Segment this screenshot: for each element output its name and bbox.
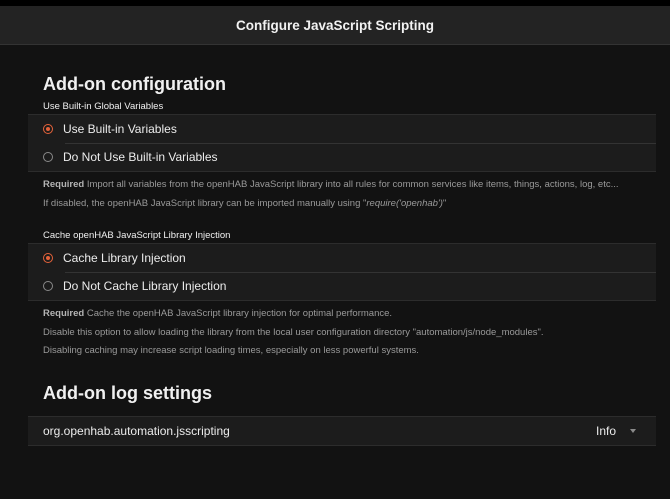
radio-checked-icon[interactable] [43, 253, 53, 263]
param-label-cache: Cache openHAB JavaScript Library Injecti… [43, 230, 231, 241]
radio-option-label: Cache Library Injection [63, 251, 186, 265]
required-label: Required [43, 179, 85, 190]
radio-group-cache: Cache Library Injection Do Not Cache Lib… [28, 243, 656, 301]
config-content: Add-on configuration Use Built-in Global… [0, 45, 670, 446]
radio-checked-icon[interactable] [43, 124, 53, 134]
dialog-title: Configure JavaScript Scripting [235, 17, 435, 33]
logger-name: org.openhab.automation.jsscripting [43, 423, 230, 438]
radio-option-do-not-use-builtin[interactable]: Do Not Use Built-in Variables [28, 143, 656, 171]
radio-option-do-not-cache[interactable]: Do Not Cache Library Injection [28, 272, 656, 300]
radio-option-label: Do Not Use Built-in Variables [63, 150, 218, 164]
radio-unchecked-icon[interactable] [43, 281, 53, 291]
param-label-globals: Use Built-in Global Variables [43, 101, 164, 112]
radio-option-cache[interactable]: Cache Library Injection [28, 244, 656, 272]
section-title-configuration: Add-on configuration [43, 74, 226, 94]
dialog-header: Configure JavaScript Scripting [0, 6, 670, 45]
code-snippet: require('openhab') [366, 197, 443, 209]
log-level-value[interactable]: Info [596, 424, 616, 438]
radio-unchecked-icon[interactable] [43, 152, 53, 162]
chevron-down-icon[interactable] [630, 428, 636, 433]
param-description-globals: Required Import all variables from the o… [43, 179, 619, 209]
required-label: Required [43, 308, 85, 319]
radio-group-globals: Use Built-in Variables Do Not Use Built-… [28, 114, 656, 172]
radio-option-label: Do Not Cache Library Injection [63, 279, 227, 293]
param-description-cache: Required Cache the openHAB JavaScript li… [43, 308, 544, 356]
radio-option-use-builtin[interactable]: Use Built-in Variables [28, 115, 656, 143]
radio-option-label: Use Built-in Variables [63, 122, 177, 136]
section-title-log: Add-on log settings [43, 382, 212, 403]
log-level-select[interactable]: org.openhab.automation.jsscripting Info [28, 415, 656, 446]
